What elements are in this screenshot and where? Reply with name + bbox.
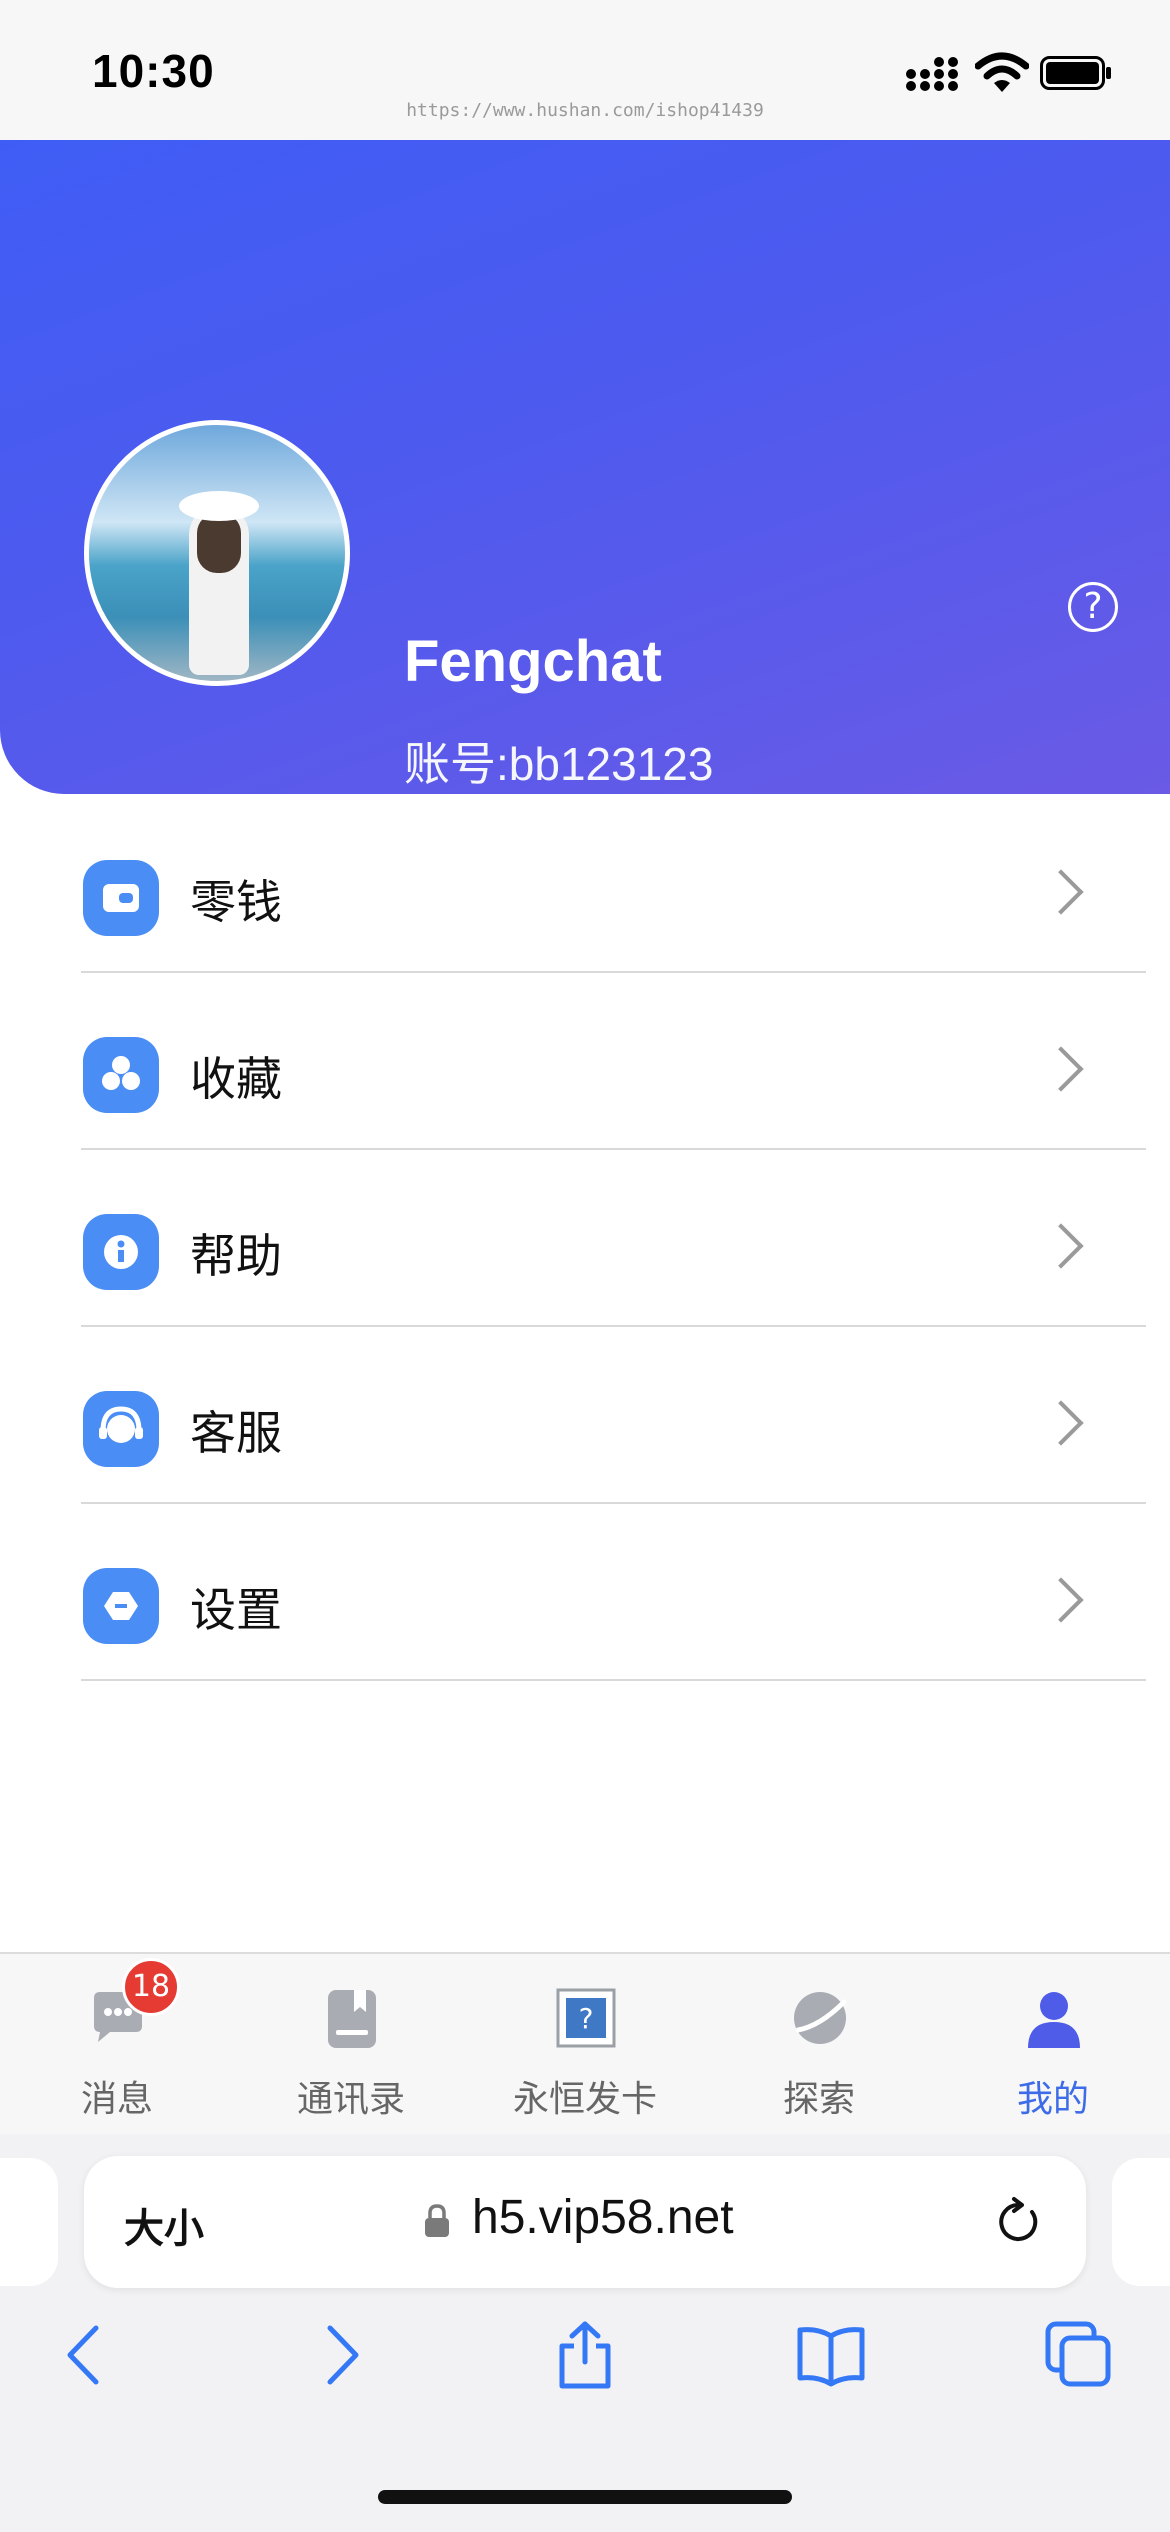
tab-contacts[interactable]: 通讯录 bbox=[234, 1954, 468, 2136]
svg-text:?: ? bbox=[579, 2002, 594, 2035]
browser-toolbar: 大小 h5.vip58.net bbox=[0, 2134, 1170, 2532]
address-bar[interactable]: 大小 h5.vip58.net bbox=[84, 2156, 1086, 2288]
reload-icon[interactable] bbox=[994, 2196, 1044, 2246]
chevron-right-icon bbox=[1038, 869, 1084, 915]
previous-tab-card[interactable] bbox=[0, 2158, 58, 2286]
status-bar: 10:30 https://www.hushan.com/ishop41439 bbox=[0, 0, 1170, 140]
chevron-right-icon bbox=[1038, 1223, 1084, 1269]
avatar[interactable] bbox=[84, 420, 350, 686]
chevron-right-icon bbox=[1038, 1400, 1084, 1446]
status-time: 10:30 bbox=[92, 45, 215, 97]
tab-me[interactable]: 我的 bbox=[936, 1954, 1170, 2136]
menu-label: 设置 bbox=[190, 1583, 282, 1637]
info-icon bbox=[83, 1214, 159, 1290]
wallet-icon bbox=[83, 860, 159, 936]
tabs-icon[interactable] bbox=[1044, 2320, 1114, 2390]
next-tab-card[interactable] bbox=[1112, 2158, 1170, 2286]
tab-card[interactable]: ? 永恒发卡 bbox=[468, 1954, 702, 2136]
tab-messages[interactable]: 18 消息 bbox=[0, 1954, 234, 2136]
account-id: 账号:bb123123 bbox=[404, 738, 714, 790]
bookmarks-icon[interactable] bbox=[796, 2320, 866, 2390]
user-icon bbox=[1028, 1992, 1080, 2048]
back-icon[interactable] bbox=[52, 2320, 122, 2390]
menu-label: 客服 bbox=[190, 1406, 282, 1460]
planet-icon bbox=[794, 1992, 847, 2044]
tab-label: 永恒发卡 bbox=[512, 2079, 657, 2120]
favorites-icon bbox=[83, 1037, 159, 1113]
menu-item-customer-service[interactable]: 客服 bbox=[0, 1327, 1170, 1504]
menu-label: 帮助 bbox=[190, 1229, 282, 1283]
profile-header: Fengchat 账号:bb123123 ? bbox=[0, 140, 1170, 794]
menu-label: 收藏 bbox=[190, 1052, 282, 1106]
home-indicator bbox=[378, 2490, 792, 2504]
divider bbox=[81, 1679, 1146, 1681]
menu-item-settings[interactable]: 设置 bbox=[0, 1504, 1170, 1681]
tab-explore[interactable]: 探索 bbox=[702, 1954, 936, 2136]
lock-icon bbox=[425, 2204, 449, 2237]
headset-icon bbox=[83, 1391, 159, 1467]
question-circle-icon[interactable]: ? bbox=[1068, 582, 1118, 632]
chevron-right-icon bbox=[1038, 1046, 1084, 1092]
wifi-icon bbox=[975, 52, 1029, 92]
tab-label: 探索 bbox=[782, 2079, 855, 2120]
tab-label: 消息 bbox=[80, 2079, 153, 2120]
settings-icon bbox=[83, 1568, 159, 1644]
contacts-icon bbox=[328, 1990, 376, 2048]
forward-icon[interactable] bbox=[304, 2320, 374, 2390]
url-text: h5.vip58.net bbox=[472, 2191, 734, 2244]
unread-badge: 18 bbox=[122, 1958, 180, 2016]
tab-label: 通讯录 bbox=[296, 2079, 405, 2120]
cellular-signal-icon bbox=[906, 57, 958, 91]
menu-item-wallet[interactable]: 零钱 bbox=[0, 796, 1170, 973]
battery-icon bbox=[1040, 56, 1111, 90]
username: Fengchat bbox=[404, 629, 662, 694]
share-icon[interactable] bbox=[550, 2320, 620, 2390]
menu-item-favorites[interactable]: 收藏 bbox=[0, 973, 1170, 1150]
menu-label: 零钱 bbox=[190, 875, 282, 929]
text-size-button[interactable]: 大小 bbox=[124, 2196, 204, 2254]
menu-item-help[interactable]: 帮助 bbox=[0, 1150, 1170, 1327]
watermark-url: https://www.hushan.com/ishop41439 bbox=[406, 100, 764, 121]
broken-image-icon: ? bbox=[556, 1988, 616, 2048]
chevron-right-icon bbox=[1038, 1577, 1084, 1623]
tab-bar: 18 消息 通讯录 ? 永恒发卡 探索 我的 bbox=[0, 1952, 1170, 2136]
tab-label: 我的 bbox=[1016, 2079, 1089, 2120]
